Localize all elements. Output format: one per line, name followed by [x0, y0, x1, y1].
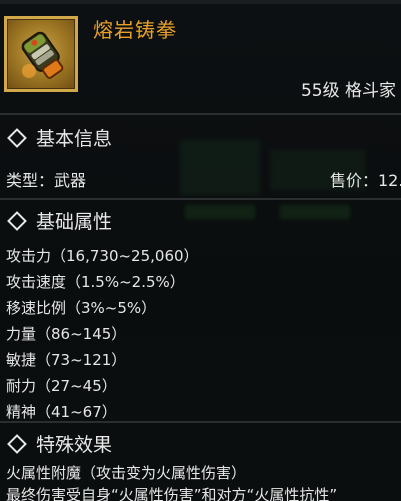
- base-attributes-heading-label: 基础属性: [36, 211, 113, 233]
- attribute-strength: 力量（86~145）: [6, 325, 127, 343]
- item-tooltip-panel: 熔岩铸拳 55级 格斗家 基本信息 类型：武器 售价：12. 基础属性 攻击力（…: [0, 0, 401, 501]
- attribute-attack-speed: 攻击速度（1.5%~2.5%）: [6, 273, 185, 291]
- level-class-requirement: 55级 格斗家: [300, 81, 396, 101]
- lava-fist-gauntlet-icon: [4, 16, 78, 92]
- top-edge: [0, 0, 401, 4]
- special-effect-line: 火属性附魔（攻击变为火属性伤害）: [6, 464, 247, 482]
- diamond-bullet-icon: [7, 127, 27, 148]
- diamond-bullet-icon: [7, 210, 27, 231]
- diamond-bullet-icon: [7, 433, 27, 454]
- item-type: 类型：武器: [6, 171, 87, 190]
- basic-info-heading-label: 基本信息: [36, 128, 113, 150]
- special-effect-line: 最终伤害受自身“火属性伤害”和对方“火属性抗性”: [6, 486, 338, 501]
- basic-info-heading: 基本信息: [6, 124, 112, 151]
- item-price: 售价：12.: [330, 171, 401, 190]
- attribute-agility: 敏捷（73~121）: [6, 351, 127, 369]
- background-scene: [280, 205, 350, 219]
- section-divider: [0, 113, 401, 115]
- background-scene: [180, 140, 260, 195]
- attribute-list: 攻击力（16,730~25,060） 攻击速度（1.5%~2.5%） 移速比例（…: [6, 243, 199, 425]
- attribute-move-speed: 移速比例（3%~5%）: [6, 299, 157, 317]
- base-attributes-heading: 基础属性: [6, 207, 112, 234]
- special-effect-heading-label: 特殊效果: [36, 434, 113, 456]
- gauntlet-icon: [21, 31, 64, 79]
- attribute-attack-power: 攻击力（16,730~25,060）: [6, 247, 199, 265]
- item-name: 熔岩铸拳: [93, 18, 177, 42]
- background-scene: [185, 205, 255, 219]
- attribute-stamina: 耐力（27~45）: [6, 377, 117, 395]
- section-divider: [0, 421, 401, 423]
- section-divider: [0, 198, 401, 200]
- special-effect-heading: 特殊效果: [6, 430, 112, 457]
